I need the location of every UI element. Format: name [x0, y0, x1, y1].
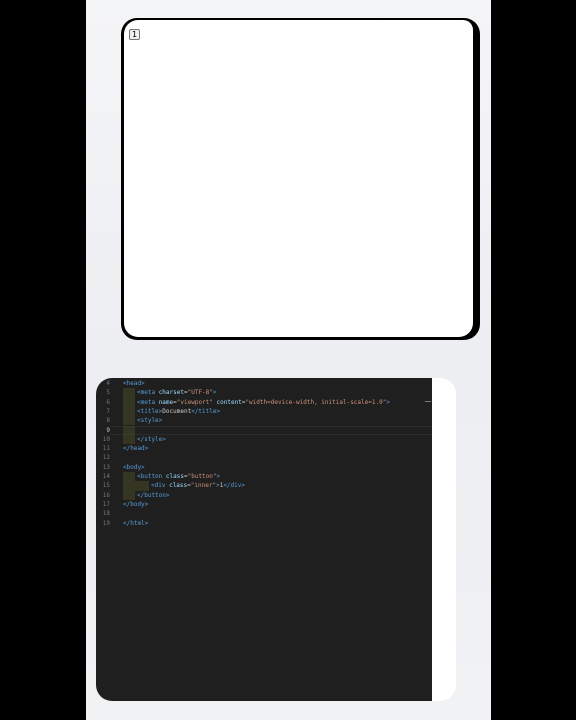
- code-text: <body>: [123, 463, 145, 471]
- code-line[interactable]: 7 <title>Document</title>: [96, 406, 432, 417]
- line-number: 4: [106, 380, 110, 387]
- code-text: <title>Document</title>: [123, 406, 220, 417]
- code-line[interactable]: 15 <div class="inner">1</div>: [96, 481, 432, 491]
- line-number: 9: [106, 426, 110, 434]
- code-text: <head>: [123, 380, 145, 387]
- code-line[interactable]: 12: [96, 453, 432, 462]
- browser-preview: 1: [121, 18, 480, 340]
- code-text: <meta name="viewport" content="width=dev…: [123, 397, 390, 407]
- indent-guide: [123, 481, 149, 491]
- indent-guide: [123, 416, 135, 426]
- code-text: <button class="button">: [123, 472, 220, 482]
- line-number: 7: [106, 407, 110, 415]
- line-number: 11: [102, 445, 110, 453]
- code-line[interactable]: 16 </button>: [96, 490, 432, 500]
- code-line[interactable]: 19 </html>: [96, 519, 432, 528]
- line-number: 10: [102, 435, 110, 443]
- code-text: <style>: [123, 416, 162, 426]
- code-editor[interactable]: 4 <head> 5 <meta charset="UTF-8"> 6 <meta n…: [96, 378, 432, 701]
- line-number: 12: [102, 454, 110, 462]
- indent-guide: [123, 425, 135, 435]
- line-number: 17: [102, 500, 110, 508]
- code-line[interactable]: 6 <meta name="viewport" content="width=d…: [96, 397, 432, 407]
- code-line[interactable]: 5 <meta charset="UTF-8">: [96, 388, 432, 398]
- preview-button[interactable]: 1: [129, 29, 140, 40]
- code-line[interactable]: 14 <button class="button">: [96, 472, 432, 482]
- preview-page: 1: [124, 20, 473, 337]
- code-text: </head>: [123, 445, 149, 453]
- code-line[interactable]: 9: [96, 425, 432, 435]
- indent-guide: [123, 388, 135, 398]
- code-text: </button>: [123, 490, 170, 500]
- code-text: </html>: [123, 519, 149, 527]
- line-number: 8: [106, 417, 110, 425]
- code-text: </body>: [123, 500, 149, 508]
- code-line[interactable]: 11 </head>: [96, 444, 432, 453]
- code-line[interactable]: 4 <head>: [96, 379, 432, 388]
- line-number: 15: [102, 482, 110, 490]
- line-number: 14: [102, 473, 110, 480]
- line-number: 6: [106, 398, 110, 406]
- code-line[interactable]: 10 </style>: [96, 434, 432, 445]
- code-line[interactable]: 18: [96, 509, 432, 518]
- line-number: 18: [102, 510, 110, 518]
- code-text: <div class="inner">1</div>: [123, 481, 245, 491]
- code-line[interactable]: 17 </body>: [96, 500, 432, 509]
- line-number: 13: [102, 463, 110, 471]
- code-line[interactable]: 13 <body>: [96, 463, 432, 472]
- indent-guide: [123, 434, 135, 445]
- video-frame: 1 4 <head> 5 <meta charset="UTF-8"> 6 <meta…: [86, 0, 491, 720]
- indent-guide: [123, 472, 135, 482]
- code-editor-card: 4 <head> 5 <meta charset="UTF-8"> 6 <meta n…: [96, 378, 456, 701]
- code-text: </style>: [123, 434, 166, 445]
- line-number: 16: [102, 491, 110, 499]
- indent-guide: [123, 397, 135, 407]
- code-text: <meta charset="UTF-8">: [123, 388, 217, 398]
- code-text: [123, 425, 137, 435]
- indent-guide: [123, 406, 135, 417]
- code-line[interactable]: 8 <style>: [96, 416, 432, 426]
- line-number: 19: [102, 519, 110, 527]
- line-number: 5: [106, 389, 110, 397]
- indent-guide: [123, 490, 135, 500]
